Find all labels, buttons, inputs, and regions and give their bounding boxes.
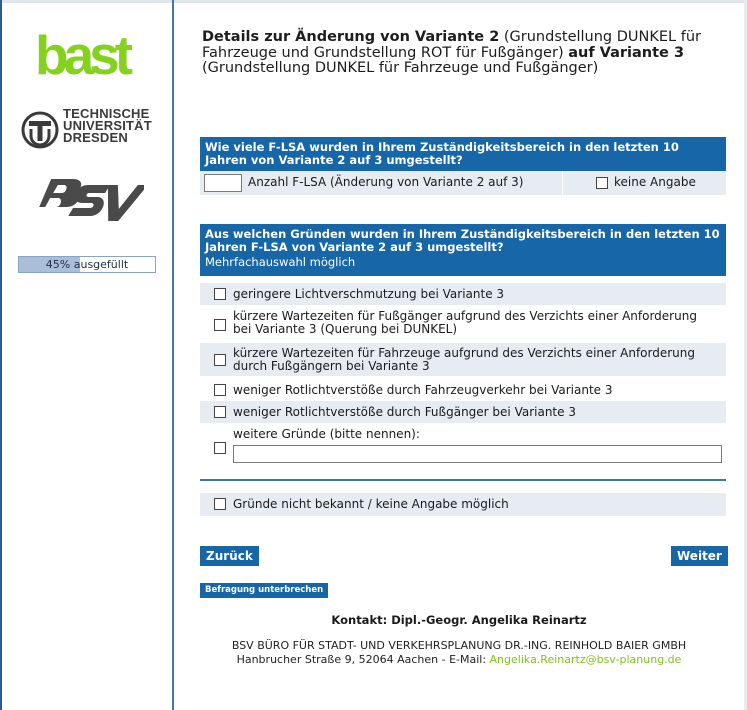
next-button[interactable]: Weiter <box>671 546 728 566</box>
tu-dresden-logo: TECHNISCHE UNIVERSITÄT DRESDEN <box>20 107 165 153</box>
contact-address-text: Hanbrucher Straße 9, 52064 Aachen - E-Ma… <box>236 653 490 666</box>
contact-address: Hanbrucher Straße 9, 52064 Aachen - E-Ma… <box>174 653 744 666</box>
no-answer-checkbox[interactable] <box>596 177 608 189</box>
option-checkbox-4[interactable] <box>214 384 226 396</box>
question-1-row: Anzahl F-LSA (Änderung von Variante 2 au… <box>200 171 726 195</box>
tu-dresden-emblem-icon <box>21 111 59 149</box>
title-part-3: auf Variante 3 <box>568 44 685 61</box>
tu-dresden-wordmark: TECHNISCHE UNIVERSITÄT DRESDEN <box>63 107 152 145</box>
back-button[interactable]: Zurück <box>200 546 259 566</box>
title-part-4: (Grundstellung DUNKEL für Fahrzeuge und … <box>202 60 599 76</box>
progress-bar: 45% ausgefüllt <box>18 256 156 273</box>
option-row-1[interactable]: geringere Lichtverschmutzung bei Variant… <box>200 283 726 305</box>
question-2-header: Aus welchen Gründen wurden in Ihrem Zust… <box>200 224 726 276</box>
contact-email-link[interactable]: Angelika.Reinartz@bsv-planung.de <box>490 653 682 666</box>
progress-label: 45% ausgefüllt <box>45 258 129 271</box>
other-reasons-input[interactable] <box>233 445 722 463</box>
not-known-row[interactable]: Gründe nicht bekannt / keine Angabe mögl… <box>200 493 726 516</box>
page-title: Details zur Änderung von Variante 2 (Gru… <box>202 29 722 77</box>
option-checkbox-2[interactable] <box>214 319 226 331</box>
question-2-text: Aus welchen Gründen wurden in Ihrem Zust… <box>205 227 720 254</box>
column-separator <box>562 171 563 195</box>
no-answer-label: keine Angabe <box>614 175 696 189</box>
sidebar: bast TECHNISCHE UNIVERSITÄT DRESDEN 45% … <box>2 3 172 710</box>
option-row-6[interactable]: weitere Gründe (bitte nennen): <box>200 425 726 467</box>
option-label-6: weitere Gründe (bitte nennen): <box>233 427 420 441</box>
bsv-logo <box>39 179 144 221</box>
option-label-4: weniger Rotlichtverstöße durch Fahrzeugv… <box>233 383 613 397</box>
option-label-5: weniger Rotlichtverstöße durch Fußgänger… <box>233 405 576 419</box>
main-content: Details zur Änderung von Variante 2 (Gru… <box>174 0 744 710</box>
not-known-label: Gründe nicht bekannt / keine Angabe mögl… <box>233 497 509 511</box>
bast-logo: bast <box>35 24 133 86</box>
tud-line-3: DRESDEN <box>63 130 128 145</box>
contact-firm: BSV BÜRO FÜR STADT- UND VERKEHRSPLANUNG … <box>231 639 687 652</box>
count-f-lsa-label: Anzahl F-LSA (Änderung von Variante 2 au… <box>248 175 524 189</box>
option-checkbox-3[interactable] <box>214 354 226 366</box>
contact-name: Kontakt: Dipl.-Geogr. Angelika Reinartz <box>331 613 587 627</box>
question-2-hint: Mehrfachauswahl möglich <box>205 255 356 269</box>
count-f-lsa-input[interactable] <box>204 174 242 192</box>
option-checkbox-5[interactable] <box>214 406 226 418</box>
section-divider <box>200 479 726 481</box>
not-known-checkbox[interactable] <box>214 498 226 510</box>
option-checkbox-6[interactable] <box>214 442 226 454</box>
option-row-5[interactable]: weniger Rotlichtverstöße durch Fußgänger… <box>200 401 726 423</box>
option-checkbox-1[interactable] <box>214 288 226 300</box>
title-part-1: Details zur Änderung von Variante 2 <box>202 29 500 45</box>
option-row-4[interactable]: weniger Rotlichtverstöße durch Fahrzeugv… <box>200 379 726 401</box>
option-label-3: kürzere Wartezeiten für Fahrzeuge aufgru… <box>233 346 695 373</box>
option-row-2[interactable]: kürzere Wartezeiten für Fußgänger aufgru… <box>200 307 726 341</box>
interrupt-survey-button[interactable]: Befragung unterbrechen <box>200 583 329 598</box>
option-label-2: kürzere Wartezeiten für Fußgänger aufgru… <box>233 309 697 336</box>
option-row-3[interactable]: kürzere Wartezeiten für Fahrzeuge aufgru… <box>200 343 726 376</box>
option-label-1: geringere Lichtverschmutzung bei Variant… <box>233 287 505 301</box>
question-1-header: Wie viele F-LSA wurden in Ihrem Zuständi… <box>200 137 726 171</box>
